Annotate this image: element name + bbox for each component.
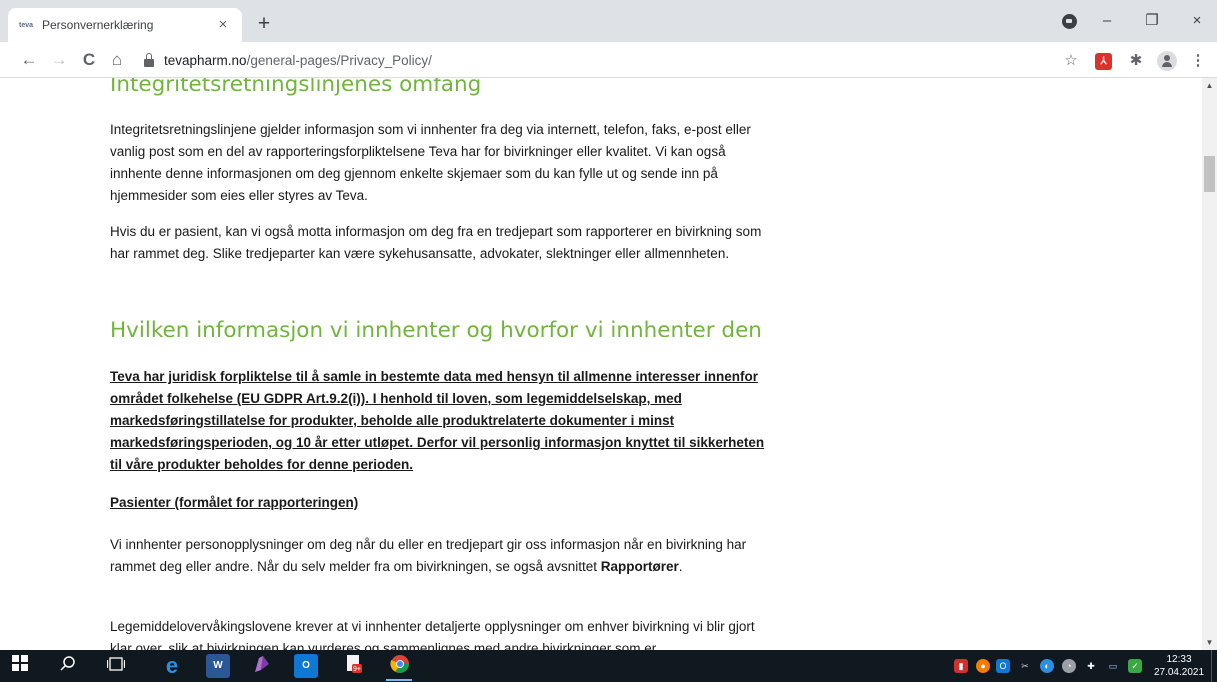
word-app-icon[interactable]: W	[206, 654, 230, 678]
page-viewport: Integritetsretningslinjenes omfang Integ…	[0, 78, 1202, 650]
lock-icon[interactable]	[143, 53, 155, 67]
onenote-pen-icon[interactable]	[250, 654, 274, 678]
tray-sync-icon[interactable]: ◐	[1040, 659, 1054, 673]
pdf-extension-icon[interactable]: ⅄	[1095, 53, 1112, 70]
browser-tabstrip: teva Personvernerklæring × + – ❐ ×	[0, 0, 1217, 42]
internet-explorer-icon[interactable]: e	[160, 654, 184, 678]
outlook-app-icon[interactable]: O	[294, 654, 318, 678]
teva-favicon-icon: teva	[18, 21, 33, 29]
tray-app-icon[interactable]: ●	[976, 659, 990, 673]
tray-cloud-icon[interactable]: ◔	[1062, 659, 1076, 673]
browser-tab[interactable]: teva Personvernerklæring ×	[8, 8, 242, 42]
tray-security-icon[interactable]: ✚	[1084, 659, 1098, 673]
back-button[interactable]: ←	[16, 47, 42, 73]
home-button[interactable]: ⌂	[104, 47, 130, 73]
task-view-icon[interactable]	[104, 654, 128, 678]
profile-icon[interactable]	[1062, 14, 1077, 29]
tray-battery-icon[interactable]: ▮	[954, 659, 968, 673]
bookmark-star-icon[interactable]: ☆	[1061, 51, 1081, 71]
paragraph-scope-1: Integritetsretningslinjene gjelder infor…	[110, 122, 751, 203]
minimize-button[interactable]: –	[1087, 8, 1127, 34]
paragraph-patients-end: .	[678, 559, 683, 574]
clock-date: 27.04.2021	[1153, 667, 1205, 678]
account-avatar-icon[interactable]	[1157, 51, 1177, 71]
restore-button[interactable]: ❐	[1132, 8, 1172, 34]
chrome-menu-icon[interactable]: ⋮	[1188, 51, 1208, 71]
tab-title: Personvernerklæring	[42, 18, 154, 32]
tray-network-icon[interactable]: ✂	[1018, 659, 1032, 673]
url-path: /general-pages/Privacy_Policy/	[246, 52, 432, 68]
tray-outlook-icon[interactable]: O	[996, 659, 1010, 673]
address-bar[interactable]: tevapharm.no/general-pages/Privacy_Polic…	[132, 46, 1086, 74]
heading-what-info: Hvilken informasjon vi innhenter og hvor…	[110, 318, 762, 343]
taskbar-clock[interactable]: 12:33 27.04.2021	[1153, 653, 1205, 679]
paragraph-legal-obligation-link[interactable]: Teva har juridisk forpliktelse til å sam…	[110, 366, 775, 476]
clock-time: 12:33	[1166, 654, 1192, 665]
url-domain: tevapharm.no	[164, 52, 247, 68]
heading-scope: Integritetsretningslinjenes omfang	[110, 78, 482, 97]
new-tab-button[interactable]: +	[252, 13, 276, 37]
rapportorer-text: Rapportører	[600, 559, 679, 574]
chrome-active-indicator	[386, 679, 412, 681]
windows-start-icon[interactable]	[8, 654, 32, 678]
chrome-app-icon[interactable]	[388, 654, 412, 678]
browser-toolbar: ← → C ⌂ tevapharm.no/general-pages/Priva…	[0, 42, 1217, 78]
tray-update-icon[interactable]: ✓	[1128, 659, 1142, 673]
paragraph-scope-2: Hvis du er pasient, kan vi også motta in…	[110, 224, 762, 261]
show-desktop-divider[interactable]	[1211, 650, 1212, 682]
pdf-reader-app-icon[interactable]: 9+	[342, 654, 366, 678]
scrollbar-thumb[interactable]	[1204, 156, 1215, 192]
window-close-button[interactable]: ×	[1177, 8, 1217, 34]
subheading-patients-link[interactable]: Pasienter (formålet for rapporteringen)	[110, 492, 775, 514]
tab-close-icon[interactable]: ×	[214, 16, 232, 34]
paragraph-pharmacovigilance: Legemiddelovervåkingslovene krever at vi…	[110, 619, 755, 650]
url-text: tevapharm.no/general-pages/Privacy_Polic…	[164, 53, 432, 68]
paragraph-patients: Vi innhenter personopplysninger om deg n…	[110, 534, 775, 578]
scroll-down-icon[interactable]: ▼	[1202, 635, 1217, 650]
tray-display-icon[interactable]: ▭	[1106, 659, 1120, 673]
scroll-up-icon[interactable]: ▲	[1202, 78, 1217, 93]
extensions-puzzle-icon[interactable]: ✱	[1126, 51, 1146, 71]
svg-text:9+: 9+	[353, 666, 361, 673]
reload-button[interactable]: C	[76, 47, 102, 73]
vertical-scrollbar[interactable]: ▲ ▼	[1202, 78, 1217, 650]
search-icon[interactable]	[56, 654, 80, 678]
forward-button[interactable]: →	[46, 47, 72, 73]
windows-taskbar: e W O 9+ ▮ ● O ✂ ◐ ◔ ✚ ▭ ✓ 12:33 27.04.2…	[0, 650, 1217, 682]
